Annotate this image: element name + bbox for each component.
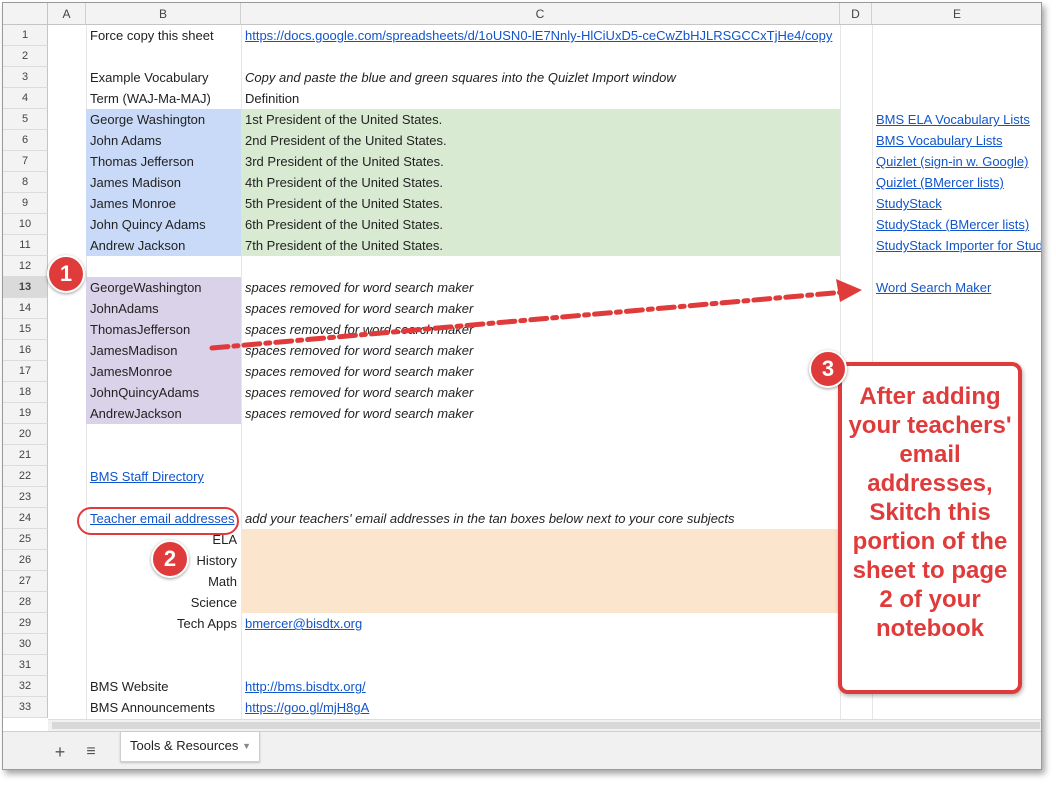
instruction-callout: After adding your teachers' email addres… (838, 362, 1022, 694)
annotation-badge-2: 2 (151, 540, 189, 578)
annotation-badge-3: 3 (809, 350, 847, 388)
callout-text: After adding your teachers' email addres… (848, 383, 1012, 642)
annotation-badge-1: 1 (47, 255, 85, 293)
teacher-email-highlight-oval (77, 507, 239, 535)
